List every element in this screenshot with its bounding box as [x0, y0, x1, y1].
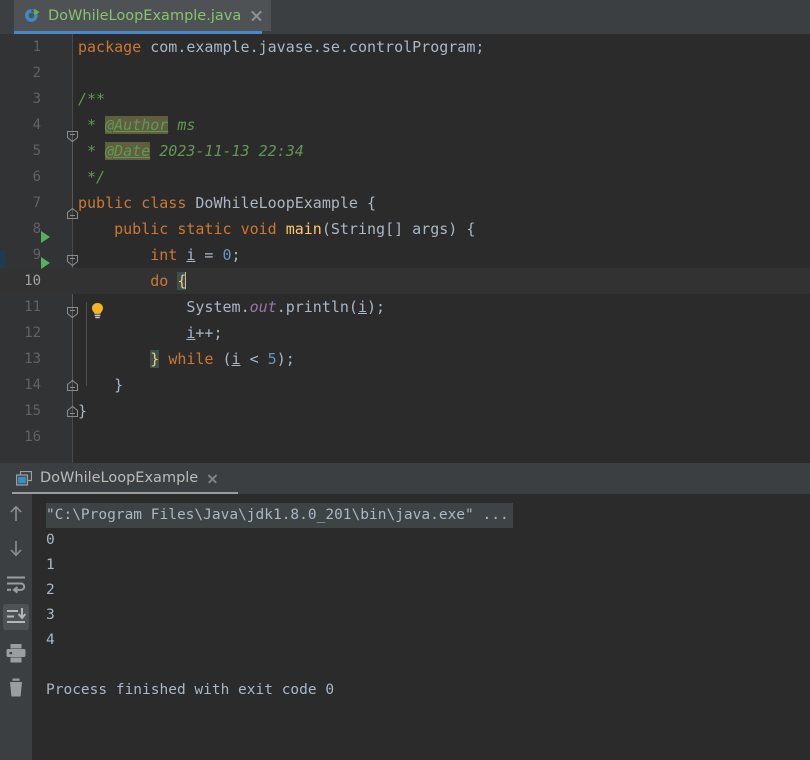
console-line: "C:\Program Files\Java\jdk1.8.0_201\bin\… — [46, 503, 513, 528]
console-line: 1 — [46, 557, 55, 573]
console-tab-dowhileloopexample[interactable]: DoWhileLoopExample — [15, 465, 218, 491]
line-code: } — [78, 376, 124, 394]
line-code: * @Date 2023-11-13 22:34 — [78, 142, 304, 160]
line-code: System.out.println(i); — [186, 298, 386, 316]
close-icon[interactable] — [250, 9, 263, 22]
editor-line-15[interactable]: 15} — [0, 398, 810, 424]
lightbulb-icon[interactable] — [89, 302, 106, 320]
fold-marker-icon-javadoc-close[interactable] — [66, 207, 79, 220]
line-number: 6 — [32, 169, 41, 185]
line-number: 13 — [24, 351, 41, 367]
java-class-icon — [24, 7, 41, 24]
line-code: } — [78, 402, 88, 420]
fold-marker-icon-do-open[interactable] — [66, 306, 79, 319]
console-tab-label: DoWhileLoopExample — [40, 470, 199, 486]
editor-line-9[interactable]: 9 int i = 0; — [0, 242, 810, 268]
line-code: /** — [78, 90, 106, 108]
run-tool-window: DoWhileLoopExample "C:\Program Files\Jav… — [0, 463, 810, 760]
line-code: i++; — [186, 324, 223, 342]
up-arrow-icon[interactable] — [3, 501, 29, 527]
line-number: 9 — [32, 247, 41, 263]
line-code: * @Author ms — [78, 116, 196, 134]
line-number: 15 — [24, 403, 41, 419]
console-toolbar — [0, 494, 32, 760]
line-code: do { — [150, 272, 187, 290]
scroll-to-end-icon[interactable] — [3, 604, 29, 630]
line-number: 5 — [32, 143, 41, 159]
editor-line-2[interactable]: 2 — [0, 60, 810, 86]
editor-tab-bar: DoWhileLoopExample.java — [0, 0, 810, 34]
editor-line-1[interactable]: 1 package com.example.javase.se.controlPr… — [0, 34, 810, 60]
editor-tab-label: DoWhileLoopExample.java — [48, 7, 242, 24]
line-code: int i = 0; — [150, 246, 241, 264]
down-arrow-icon[interactable] — [3, 535, 29, 561]
editor-line-5[interactable]: 5 * @Date 2023-11-13 22:34 — [0, 138, 810, 164]
line-number: 1 — [32, 39, 41, 55]
line-number: 10 — [24, 273, 41, 289]
console-line: 3 — [46, 607, 55, 623]
editor-line-13[interactable]: 13 } while (i < 5); — [0, 346, 810, 372]
line-number: 12 — [24, 325, 41, 341]
line-number: 8 — [32, 221, 41, 237]
console-output[interactable]: "C:\Program Files\Java\jdk1.8.0_201\bin\… — [32, 494, 810, 760]
line-number: 14 — [24, 377, 41, 393]
run-triangle-icon-main[interactable] — [41, 257, 50, 269]
editor-line-8[interactable]: 8 public static void main(String[] args)… — [0, 216, 810, 242]
editor-line-16[interactable]: 16 — [0, 424, 810, 450]
line-code: public class DoWhileLoopExample { — [78, 194, 377, 212]
line-number: 11 — [24, 299, 41, 315]
console-line: 0 — [46, 532, 55, 548]
run-triangle-icon-class[interactable] — [41, 231, 50, 243]
editor-line-4[interactable]: 4 * @Author ms — [0, 112, 810, 138]
editor-line-3[interactable]: 3 /** — [0, 86, 810, 112]
editor-tab-dowhileloopexample[interactable]: DoWhileLoopExample.java — [14, 0, 272, 31]
editor-line-7[interactable]: 7 public class DoWhileLoopExample { — [0, 190, 810, 216]
console-window-icon — [15, 470, 33, 486]
code-editor[interactable]: 1 package com.example.javase.se.controlPr… — [0, 34, 810, 463]
line-code: public static void main(String[] args) { — [114, 220, 476, 238]
console-tab-bar: DoWhileLoopExample — [0, 463, 810, 494]
line-code: package com.example.javase.se.controlPro… — [78, 38, 485, 56]
fold-marker-icon-method-close[interactable] — [66, 405, 79, 418]
line-number: 16 — [24, 429, 41, 445]
soft-wrap-icon[interactable] — [3, 570, 29, 596]
console-line: Process finished with exit code 0 — [46, 682, 335, 698]
fold-marker-icon-javadoc-open[interactable] — [66, 130, 79, 143]
print-icon[interactable] — [3, 640, 29, 666]
editor-line-11[interactable]: 11 System.out.println(i); — [0, 294, 810, 320]
console-line: 4 — [46, 632, 55, 648]
close-icon[interactable] — [207, 473, 218, 484]
fold-marker-icon-method-open[interactable] — [66, 254, 79, 267]
line-number: 4 — [32, 117, 41, 133]
line-number: 3 — [32, 91, 41, 107]
line-code: } while (i < 5); — [150, 350, 295, 368]
line-code: */ — [78, 168, 106, 186]
trash-icon[interactable] — [3, 675, 29, 701]
editor-line-12[interactable]: 12 i++; — [0, 320, 810, 346]
editor-line-14[interactable]: 14 } — [0, 372, 810, 398]
editor-line-6[interactable]: 6 */ — [0, 164, 810, 190]
editor-line-10[interactable]: 10 do { — [0, 268, 810, 294]
ide-window: DoWhileLoopExample.java 1 package com.exa… — [0, 0, 810, 760]
console-line: 2 — [46, 582, 55, 598]
line-number: 7 — [32, 195, 41, 211]
fold-marker-icon-do-close[interactable] — [66, 379, 79, 392]
line-number: 2 — [32, 65, 41, 81]
